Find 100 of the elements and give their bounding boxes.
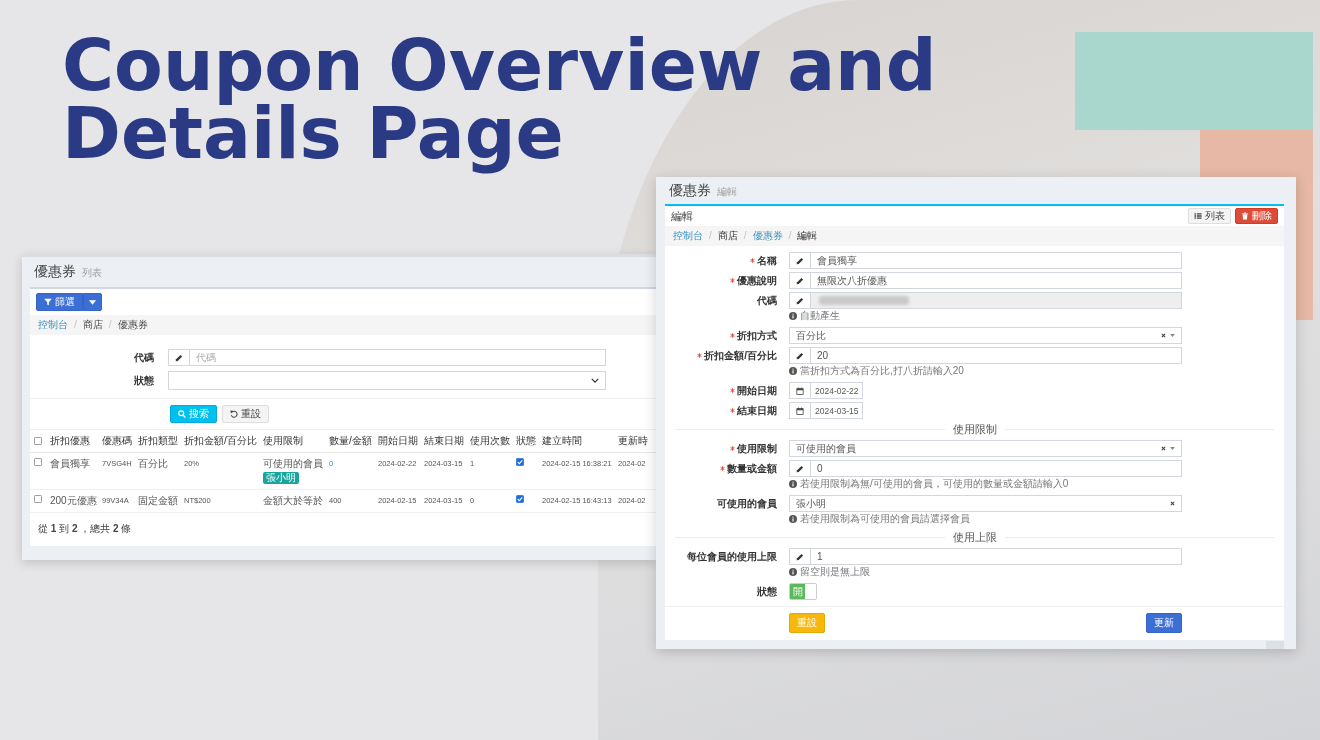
column-header: 使用限制 — [263, 435, 303, 446]
breadcrumb-separator: / — [74, 319, 77, 331]
help-text: 自動產生 — [800, 310, 840, 321]
page-subtitle: 列表 — [82, 266, 102, 280]
select-field[interactable]: 百分比 — [789, 327, 1182, 344]
clear-icon[interactable] — [1170, 501, 1175, 506]
page-subtitle: 編輯 — [717, 185, 737, 199]
text-field[interactable]: 0 — [789, 460, 1182, 477]
clear-icon[interactable] — [1161, 446, 1166, 451]
select-field[interactable]: 可使用的會員 — [789, 440, 1182, 457]
caret-icon — [1170, 447, 1175, 450]
text-field[interactable]: 會員獨享 — [789, 252, 1182, 269]
info-icon — [789, 366, 797, 375]
table-text: 可使用的會員 — [263, 458, 324, 470]
column-header: 狀態 — [516, 435, 536, 446]
breadcrumb-separator: / — [108, 319, 112, 331]
filter-icon — [44, 298, 52, 306]
select-field[interactable] — [168, 371, 606, 390]
list-button[interactable]: 列表 — [1188, 208, 1231, 224]
page-title: 優惠券 — [669, 182, 711, 200]
checkbox[interactable] — [34, 495, 42, 503]
code-field[interactable] — [789, 292, 1182, 309]
calendar-icon — [796, 406, 804, 415]
field-label: 開始日期 — [737, 383, 777, 398]
field-label: 狀態 — [757, 584, 777, 599]
date-field[interactable]: 2024-03-15 — [789, 402, 863, 419]
breadcrumb-link[interactable]: 控制台 — [38, 319, 68, 331]
column-header: 優惠碼 — [102, 435, 132, 446]
member-tag: 張小明 — [263, 472, 299, 484]
chevron-icon — [591, 378, 599, 383]
field-label: 代碼 — [757, 293, 777, 308]
pencil-icon — [796, 296, 804, 305]
help-text: 若使用限制為無/可使用的會員，可使用的數量或金額請輸入0 — [800, 478, 1069, 489]
column-header: 結束日期 — [424, 435, 464, 446]
member-select[interactable]: 張小明 — [789, 495, 1182, 512]
text-field[interactable]: 無限次八折優惠 — [789, 272, 1182, 289]
field-label: 代碼 — [134, 350, 154, 365]
field-label: 折扣方式 — [737, 328, 777, 343]
column-header: 使用次數 — [470, 435, 510, 446]
calendar-icon — [796, 386, 804, 395]
column-header: 折扣優惠 — [50, 435, 90, 446]
info-icon — [789, 479, 797, 488]
delete-button[interactable]: 刪除 — [1235, 208, 1278, 224]
help-text: 當折扣方式為百分比,打八折請輸入20 — [800, 365, 964, 376]
breadcrumb-link[interactable]: 控制台 — [673, 230, 703, 242]
section-title: 使用限制 — [952, 423, 997, 435]
date-field[interactable]: 2024-02-22 — [789, 382, 863, 399]
field-label: 狀態 — [134, 373, 154, 388]
column-header: 數量/金額 — [329, 435, 372, 446]
field-label: 使用限制 — [737, 441, 777, 456]
info-icon — [789, 514, 797, 523]
list-icon — [1194, 212, 1202, 220]
table-text: 固定金額 — [138, 495, 179, 507]
pencil-icon — [796, 351, 804, 360]
column-header: 開始日期 — [378, 435, 418, 446]
undo-icon — [230, 410, 238, 418]
info-icon — [789, 567, 797, 576]
breadcrumb-link[interactable]: 優惠券 — [752, 230, 783, 242]
table-text: 百分比 — [138, 458, 169, 470]
text-field[interactable]: 20 — [789, 347, 1182, 364]
pencil-icon — [796, 552, 804, 561]
breadcrumb-separator: / — [743, 230, 747, 242]
clear-icon[interactable] — [1161, 333, 1166, 338]
column-header: 建立時間 — [542, 435, 582, 446]
text-field[interactable]: 1 — [789, 548, 1182, 565]
reset-button[interactable]: 重設 — [222, 405, 269, 423]
update-button[interactable]: 更新 — [1146, 613, 1182, 633]
field-label: 數量或金額 — [727, 461, 777, 476]
field-label: 結束日期 — [737, 403, 777, 418]
breadcrumb-separator: / — [788, 230, 792, 242]
field-label: 每位會員的使用上限 — [687, 549, 777, 564]
pencil-icon — [796, 276, 804, 285]
column-header: 折扣金額/百分比 — [184, 435, 257, 446]
table-text: 200元優惠 — [50, 495, 97, 507]
checkbox[interactable] — [34, 437, 42, 445]
field-label: 優惠說明 — [737, 273, 777, 288]
breadcrumb-item: 優惠券 — [117, 319, 148, 331]
page-title: 優惠券 — [34, 263, 76, 281]
help-text: 若使用限制為可使用的會員請選擇會員 — [800, 513, 970, 524]
field-label: 可使用的會員 — [717, 496, 777, 511]
pencil-icon — [796, 256, 804, 265]
pencil-icon — [796, 464, 804, 473]
section-title: 使用上限 — [952, 531, 997, 543]
status-checkbox[interactable] — [516, 458, 524, 466]
table-text: 會員獨享 — [50, 458, 91, 470]
card-title: 編輯 — [671, 208, 693, 224]
pagination-summary: 從 1 到 2 ，總共 2 條 — [38, 523, 132, 534]
field-label: 折扣金額/百分比 — [704, 348, 777, 363]
help-text: 留空則是無上限 — [800, 566, 870, 577]
status-checkbox[interactable] — [516, 495, 524, 503]
trash-icon — [1241, 212, 1249, 220]
dropdown-button[interactable] — [83, 293, 102, 311]
breadcrumb-item: 商店 — [717, 230, 738, 242]
search-icon — [178, 410, 186, 418]
field-label: 名稱 — [757, 253, 777, 268]
breadcrumb-separator: / — [709, 230, 712, 242]
checkbox[interactable] — [34, 458, 42, 466]
table-text: 金額大於等於 — [263, 495, 324, 507]
pencil-icon — [175, 353, 183, 362]
filter-button[interactable]: 篩選 — [36, 293, 83, 311]
